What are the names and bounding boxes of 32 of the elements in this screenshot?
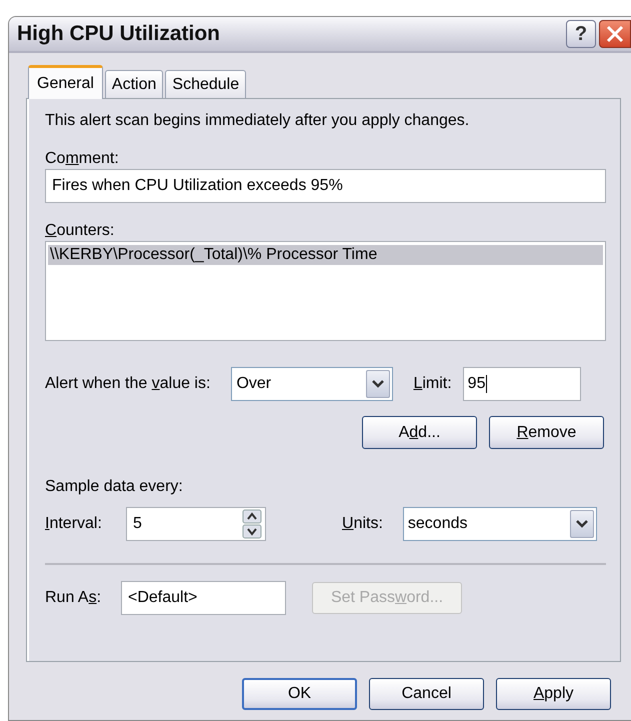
units-dropdown[interactable]: seconds	[402, 507, 597, 541]
interval-spinner[interactable]: 5	[126, 507, 266, 541]
run-as-field[interactable]: <Default>	[121, 581, 286, 615]
counters-label: Counters:	[45, 221, 116, 241]
counters-list[interactable]: \\KERBY\Processor(_Total)\% Processor Time	[45, 241, 606, 341]
sample-heading: Sample data every:	[45, 477, 184, 497]
alert-label: Alert when the value is:	[45, 374, 210, 394]
window-title: High CPU Utilization	[17, 22, 221, 46]
dialog-button[interactable]: OK	[242, 678, 357, 710]
units-label: Units:	[342, 514, 383, 534]
interval-label: Interval:	[45, 514, 103, 534]
chevron-icon	[371, 379, 386, 389]
tab[interactable]: Schedule	[165, 70, 246, 98]
comment-label: Comment:	[45, 149, 120, 169]
help-button[interactable]: ?	[566, 20, 596, 48]
limit-label: Limit:	[413, 374, 452, 394]
run-as-label: Run As:	[45, 588, 102, 608]
limit-field[interactable]: 95	[462, 367, 581, 401]
comment-field[interactable]: Fires when CPU Utilization exceeds 95%	[45, 169, 606, 203]
tab[interactable]: General	[28, 65, 103, 99]
description-text: This alert scan begins immediately after you apply changes.	[45, 111, 470, 131]
list-button[interactable]: Remove	[489, 416, 604, 449]
list-button[interactable]: Add...	[362, 416, 477, 449]
dialog-button[interactable]: Cancel	[369, 678, 484, 710]
counter-item[interactable]: \\KERBY\Processor(_Total)\% Processor Time	[48, 245, 603, 265]
chevron-icon	[574, 519, 589, 529]
condition-dropdown[interactable]: Over	[231, 367, 394, 401]
dialog-button[interactable]: Apply	[496, 678, 611, 710]
tab[interactable]: Action	[104, 70, 164, 98]
close-icon	[605, 24, 625, 44]
spin-arrows-icon	[242, 509, 262, 539]
close-button[interactable]	[599, 20, 631, 48]
